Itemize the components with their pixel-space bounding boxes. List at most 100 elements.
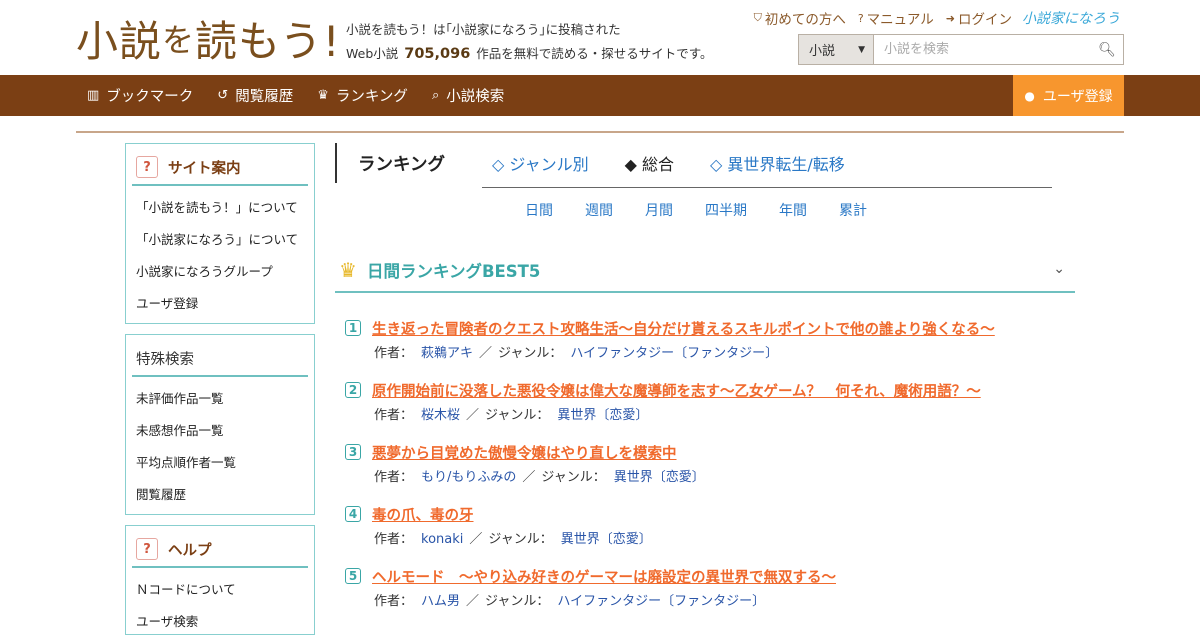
period-daily[interactable]: 日間	[525, 200, 553, 220]
tagline-prefix: Web小説	[346, 46, 399, 61]
period-monthly[interactable]: 月間	[645, 200, 673, 220]
genre-label: ジャンル：	[485, 408, 550, 423]
author-label: 作者：	[374, 470, 414, 485]
genre-label: ジャンル：	[498, 346, 563, 361]
narou-brand-link[interactable]: 小説家になろう	[1022, 8, 1120, 28]
period-yearly[interactable]: 年間	[779, 200, 807, 220]
caret-down-icon: ▼	[858, 44, 865, 55]
tab-isekai[interactable]: ◇ 異世界転生/転移	[710, 151, 845, 175]
tagline-line1: 小説を読もう！は｢小説家になろう｣に投稿された	[346, 22, 621, 37]
beginner-link[interactable]: ⛉ 初めての方へ	[754, 8, 846, 28]
sidebar-item-unrated[interactable]: 未評価作品一覧	[126, 383, 314, 415]
genre-label: ジャンル：	[488, 532, 553, 547]
tagline-suffix: 作品を無料で読める・探せるサイトです。	[476, 46, 713, 61]
sidebar-item-history[interactable]: 閲覧履歴	[126, 479, 314, 511]
novel-title-link[interactable]: 原作開始前に没落した悪役令嬢は偉大な魔導師を志す～乙女ゲーム？ 何それ、魔術用語…	[372, 380, 981, 401]
novel-title-link[interactable]: 悪夢から目覚めた傲慢令嬢はやり直しを模索中	[372, 442, 677, 463]
question-circle-icon: ?	[857, 11, 864, 25]
period-total[interactable]: 累計	[839, 200, 867, 220]
separator: ／	[466, 594, 480, 609]
help-title: ヘルプ	[168, 542, 212, 559]
sidebar-help: ? ヘルプ Ｎコードについて ユーザ検索	[125, 525, 315, 635]
genre-link[interactable]: ハイファンタジー〔ファンタジー〕	[557, 594, 765, 609]
genre-label: ジャンル：	[541, 470, 606, 485]
best5-title: 日間ランキングBEST5	[366, 262, 541, 281]
nav-history-label: 閲覧履歴	[235, 89, 294, 105]
novel-title-link[interactable]: 生き返った冒険者のクエスト攻略生活～自分だけ貰えるスキルポイントで他の誰より強く…	[372, 318, 995, 339]
nav-history[interactable]: ↺ 閲覧履歴	[217, 75, 293, 116]
author-link[interactable]: konaki	[421, 532, 463, 547]
period-quarterly[interactable]: 四半期	[705, 200, 747, 220]
separator: ／	[469, 532, 483, 547]
author-label: 作者：	[374, 532, 414, 547]
nav-ranking[interactable]: ♛ ランキング	[317, 75, 408, 116]
separator: ／	[522, 470, 536, 485]
question-icon: ?	[136, 538, 158, 560]
novel-title-link[interactable]: 毒の爪、毒の牙	[372, 504, 474, 525]
genre-link[interactable]: 異世界〔恋愛〕	[557, 408, 648, 423]
search-category-value: 小説	[809, 44, 836, 59]
author-link[interactable]: 桜木桜	[421, 408, 460, 423]
content-gap	[76, 116, 1124, 131]
help-header: ? ヘルプ	[132, 532, 308, 568]
sidebar-item-user-register[interactable]: ユーザ登録	[126, 288, 314, 320]
nav-ranking-label: ランキング	[335, 89, 408, 105]
search-bar: 小説 ▼ 🔍︎	[798, 34, 1124, 65]
separator: ／	[466, 408, 480, 423]
author-label: 作者：	[374, 408, 414, 423]
tab-overall[interactable]: ◆ 総合	[625, 151, 674, 175]
login-link-label: ログイン	[958, 12, 1012, 28]
author-link[interactable]: ハム男	[421, 594, 460, 609]
search-category-select[interactable]: 小説 ▼	[799, 35, 874, 64]
login-icon: ➜	[945, 11, 955, 25]
nav-bookmark-label: ブックマーク	[106, 89, 194, 105]
search-input[interactable]	[874, 35, 1091, 64]
author-link[interactable]: 萩鵜アキ	[421, 346, 473, 361]
author-label: 作者：	[374, 594, 414, 609]
novel-meta: 作者： konaki ／ ジャンル： 異世界〔恋愛〕	[374, 528, 652, 547]
user-register-button[interactable]: ● ユーザ登録	[1013, 75, 1124, 116]
logo-text-c: 読もう!	[195, 16, 341, 66]
nav-bookmark[interactable]: ▥ ブックマーク	[87, 75, 193, 116]
special-search-header: 特殊検索	[132, 341, 308, 377]
sidebar-item-ncode[interactable]: Ｎコードについて	[126, 574, 314, 606]
question-icon: ?	[136, 156, 158, 178]
crown-icon: ♛	[317, 88, 329, 103]
rank-number: 2	[345, 382, 361, 398]
sidebar-item-no-comments[interactable]: 未感想作品一覧	[126, 415, 314, 447]
manual-link[interactable]: ? マニュアル	[857, 8, 934, 29]
site-guide-header: ? サイト案内	[132, 150, 308, 186]
special-search-title: 特殊検索	[136, 351, 194, 368]
tab-genre[interactable]: ◇ ジャンル別	[492, 151, 589, 175]
sidebar-item-avg-authors[interactable]: 平均点順作者一覧	[126, 447, 314, 479]
rank-number: 5	[345, 568, 361, 584]
genre-link[interactable]: 異世界〔恋愛〕	[614, 470, 705, 485]
sidebar-item-about-narou[interactable]: 「小説家になろう」について	[126, 224, 314, 256]
sidebar-item-about-yomou[interactable]: 「小説を読もう！」について	[126, 192, 314, 224]
user-icon: ●	[1024, 88, 1035, 103]
genre-link[interactable]: ハイファンタジー〔ファンタジー〕	[570, 346, 778, 361]
site-tagline: 小説を読もう！は｢小説家になろう｣に投稿された Web小説 705,096 作品…	[346, 18, 713, 66]
author-label: 作者：	[374, 346, 414, 361]
novel-meta: 作者： もり/もりふみの ／ ジャンル： 異世界〔恋愛〕	[374, 466, 705, 485]
period-weekly[interactable]: 週間	[585, 200, 613, 220]
search-button[interactable]: 🔍︎	[1091, 35, 1123, 64]
beginner-link-label: 初めての方へ	[764, 12, 846, 28]
genre-label: ジャンル：	[485, 594, 550, 609]
nav-search[interactable]: ⌕ 小説検索	[432, 75, 504, 116]
login-link[interactable]: ➜ ログイン	[945, 8, 1012, 29]
chevron-down-icon[interactable]: ⌄	[1053, 261, 1065, 277]
site-guide-title: サイト案内	[168, 160, 241, 177]
bookmark-icon: ▥	[87, 88, 100, 103]
site-logo[interactable]: 小説を読もう!	[76, 14, 341, 66]
genre-link[interactable]: 異世界〔恋愛〕	[561, 532, 652, 547]
sidebar-item-narou-group[interactable]: 小説家になろうグループ	[126, 256, 314, 288]
manual-link-label: マニュアル	[866, 12, 934, 28]
sidebar-item-user-search[interactable]: ユーザ検索	[126, 606, 314, 638]
daily-best5-header[interactable]: ♛ 日間ランキングBEST5 ⌄	[335, 249, 1075, 293]
logo-text-a: 小説	[76, 16, 163, 66]
novel-title-link[interactable]: ヘルモード ～やり込み好きのゲーマーは廃設定の異世界で無双する～	[372, 566, 836, 587]
author-link[interactable]: もり/もりふみの	[421, 470, 516, 485]
logo-text-b: を	[162, 21, 196, 59]
main-nav: ▥ ブックマーク ↺ 閲覧履歴 ♛ ランキング ⌕ 小説検索 ● ユーザ登録	[0, 75, 1200, 116]
